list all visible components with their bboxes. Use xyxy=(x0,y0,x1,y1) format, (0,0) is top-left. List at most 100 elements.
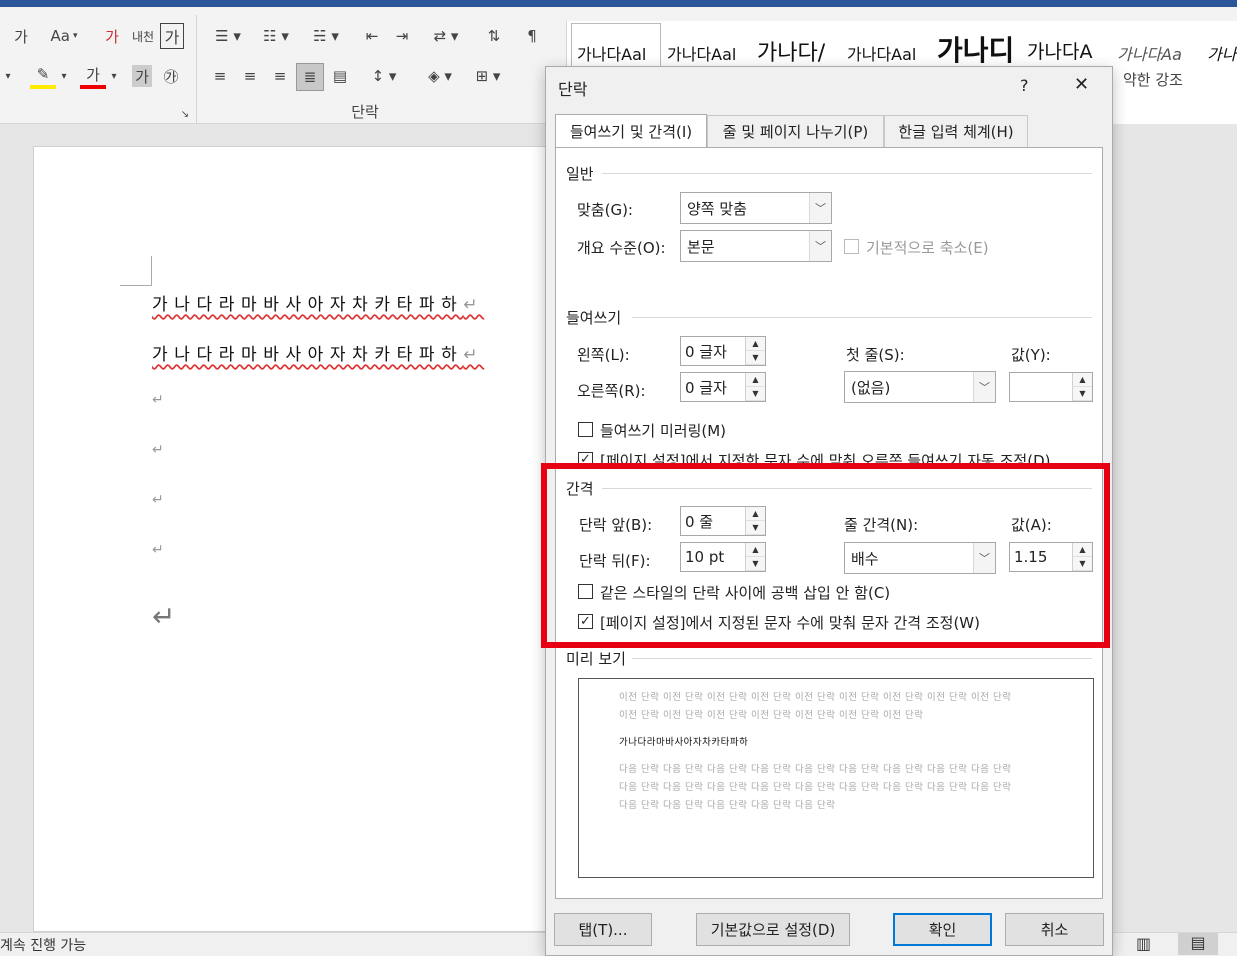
indent-right-spinner[interactable]: 0 글자 ▲ ▼ xyxy=(680,372,766,402)
document-line[interactable]: 가나다라마바사아자차카타파하↵ xyxy=(152,340,484,365)
spin-down-icon[interactable]: ▼ xyxy=(1073,387,1092,401)
borders-icon[interactable]: ⊞ ▾ xyxy=(468,65,508,87)
divider xyxy=(632,658,1092,659)
preview-next-line: 다음 단락 다음 단락 다음 단락 다음 단락 다음 단락 다음 단락 다음 단… xyxy=(619,782,1012,793)
bullets-icon[interactable]: ☰ ▾ xyxy=(208,25,248,47)
paragraph-mark: ↵ xyxy=(152,542,164,558)
first-line-value: (없음) xyxy=(851,378,891,397)
status-text: 계속 진행 가능 xyxy=(0,938,87,954)
shading-icon[interactable]: ◈ ▾ xyxy=(420,65,460,87)
preview-section-title: 미리 보기 xyxy=(566,650,626,668)
preview-next-line: 다음 단락 다음 단락 다음 단락 다음 단락 다음 단락 다음 단락 다음 단… xyxy=(619,764,1012,775)
font-color-icon[interactable]: 가 xyxy=(80,63,106,89)
first-line-label: 첫 줄(S): xyxy=(846,346,905,364)
character-shading-icon[interactable]: 가 xyxy=(132,65,152,87)
highlight-box xyxy=(541,463,1110,648)
divider xyxy=(632,317,1092,318)
style-sample[interactable]: 가나다Aal xyxy=(667,41,736,65)
chevron-down-icon: ▾ xyxy=(72,31,78,41)
change-case-label: Aa xyxy=(50,27,70,45)
style-sample[interactable]: 가나다Aa xyxy=(1117,41,1182,65)
indent-section-title: 들여쓰기 xyxy=(566,309,622,327)
paragraph-group-label: 단락 xyxy=(351,102,379,121)
cancel-button[interactable]: 취소 xyxy=(1005,913,1104,946)
decrease-indent-icon[interactable]: ⇤ xyxy=(360,25,384,47)
help-button[interactable]: ? xyxy=(1020,76,1029,95)
tab-asian-typography[interactable]: 한글 입력 체계(H) xyxy=(884,115,1028,147)
dialog-title: 단락 xyxy=(558,80,588,99)
chevron-down-icon[interactable]: ▾ xyxy=(108,65,120,87)
print-layout-icon[interactable]: ▤ xyxy=(1178,933,1218,955)
show-marks-icon[interactable]: ¶ xyxy=(520,25,544,47)
tab-indents-spacing[interactable]: 들여쓰기 및 간격(I) xyxy=(555,114,707,148)
preview-next-line: 다음 단락 다음 단락 다음 단락 다음 단락 다음 단락 xyxy=(619,800,836,811)
spin-up-icon[interactable]: ▲ xyxy=(746,373,765,387)
indent-by-spinner[interactable]: ▲ ▼ xyxy=(1009,372,1093,402)
indent-by-label: 값(Y): xyxy=(1011,346,1051,364)
set-as-default-button[interactable]: 기본값으로 설정(D) xyxy=(696,913,850,946)
align-left-icon[interactable]: ≡ xyxy=(208,65,232,87)
document-page[interactable] xyxy=(33,146,593,932)
indent-left-label: 왼쪽(L): xyxy=(577,346,630,364)
outline-level-select[interactable]: 본문 ﹀ xyxy=(680,230,832,262)
outline-level-value: 본문 xyxy=(687,237,715,256)
paragraph-mark: ↵ xyxy=(152,492,164,508)
style-sample[interactable]: 가나디 xyxy=(937,29,1014,69)
enclose-characters-icon[interactable]: ㉮ xyxy=(160,65,182,87)
preview-prev-line: 이전 단락 이전 단락 이전 단락 이전 단락 이전 단락 이전 단락 이전 단… xyxy=(619,692,1012,703)
style-sample[interactable]: 가나다/ xyxy=(757,35,825,67)
align-center-icon[interactable]: ≡ xyxy=(238,65,262,87)
align-right-icon[interactable]: ≡ xyxy=(268,65,292,87)
distributed-icon[interactable]: ▤ xyxy=(328,65,352,87)
style-sample[interactable]: 가나다Aal xyxy=(577,41,646,65)
style-sample[interactable]: 가나다A xyxy=(1027,37,1092,64)
read-mode-icon[interactable]: ▥ xyxy=(1136,934,1151,953)
spin-down-icon[interactable]: ▼ xyxy=(746,351,765,365)
style-sample[interactable]: 가나다Aal xyxy=(847,41,916,65)
mirror-indents-checkbox[interactable] xyxy=(578,422,593,437)
document-line[interactable]: 가나다라마바사아자차카타파하↵ xyxy=(152,290,484,315)
preview-box: 이전 단락 이전 단락 이전 단락 이전 단락 이전 단락 이전 단락 이전 단… xyxy=(578,678,1094,878)
font-dialog-launcher-icon[interactable]: ↘ xyxy=(178,107,192,121)
chevron-down-icon: ﹀ xyxy=(809,193,831,223)
alignment-select[interactable]: 양쪽 맞춤 ﹀ xyxy=(680,192,832,224)
alignment-label: 맞춤(G): xyxy=(577,201,633,219)
collapsed-checkbox[interactable] xyxy=(844,239,859,254)
first-line-select[interactable]: (없음) ﹀ xyxy=(844,371,996,403)
justify-icon[interactable]: ≣ xyxy=(296,63,324,91)
title-bar-strip xyxy=(0,0,1237,7)
sort-icon[interactable]: ⇅ xyxy=(482,25,506,47)
spin-up-icon[interactable]: ▲ xyxy=(1073,373,1092,387)
preview-sample-line: 가나다라마바사아자차카타파하 xyxy=(619,737,749,748)
close-icon[interactable]: ✕ xyxy=(1074,74,1089,95)
indent-right-value: 0 글자 xyxy=(685,378,727,397)
chevron-down-icon[interactable]: ▾ xyxy=(58,65,70,87)
chevron-down-icon: ﹀ xyxy=(973,372,995,402)
character-border-icon[interactable]: 가 xyxy=(160,23,184,49)
numbering-icon[interactable]: ☷ ▾ xyxy=(256,25,296,47)
paragraph-mark: ↵ xyxy=(152,442,164,458)
alignment-value: 양쪽 맞춤 xyxy=(687,199,747,218)
multilevel-list-icon[interactable]: ☵ ▾ xyxy=(306,25,346,47)
font-hangul-icon[interactable]: 가 xyxy=(10,25,32,47)
indent-left-spinner[interactable]: 0 글자 ▲ ▼ xyxy=(680,336,766,366)
clear-formatting-icon[interactable]: 가 xyxy=(100,25,124,47)
text-direction-icon[interactable]: ⇄ ▾ xyxy=(426,25,466,47)
increase-indent-icon[interactable]: ⇥ xyxy=(390,25,414,47)
paragraph-mark: ↵ xyxy=(463,295,485,315)
phonetic-guide-icon[interactable]: 내천 xyxy=(130,25,156,47)
tabs-button[interactable]: 탭(T)... xyxy=(554,913,652,946)
change-case-button[interactable]: Aa ▾ xyxy=(44,25,84,47)
margin-corner-mark xyxy=(120,256,152,286)
tab-line-page-breaks[interactable]: 줄 및 페이지 나누기(P) xyxy=(707,115,884,147)
ribbon-separator xyxy=(196,15,197,125)
highlight-color-icon[interactable]: ✎ xyxy=(30,63,56,89)
spin-down-icon[interactable]: ▼ xyxy=(746,387,765,401)
line-spacing-icon[interactable]: ↕ ▾ xyxy=(364,65,404,87)
ok-button[interactable]: 확인 xyxy=(893,913,992,946)
style-sample[interactable]: 가나 xyxy=(1207,41,1236,65)
paragraph-mark: ↵ xyxy=(152,600,176,633)
spin-up-icon[interactable]: ▲ xyxy=(746,337,765,351)
general-section-title: 일반 xyxy=(566,165,594,183)
chevron-down-icon[interactable]: ▾ xyxy=(0,65,16,87)
